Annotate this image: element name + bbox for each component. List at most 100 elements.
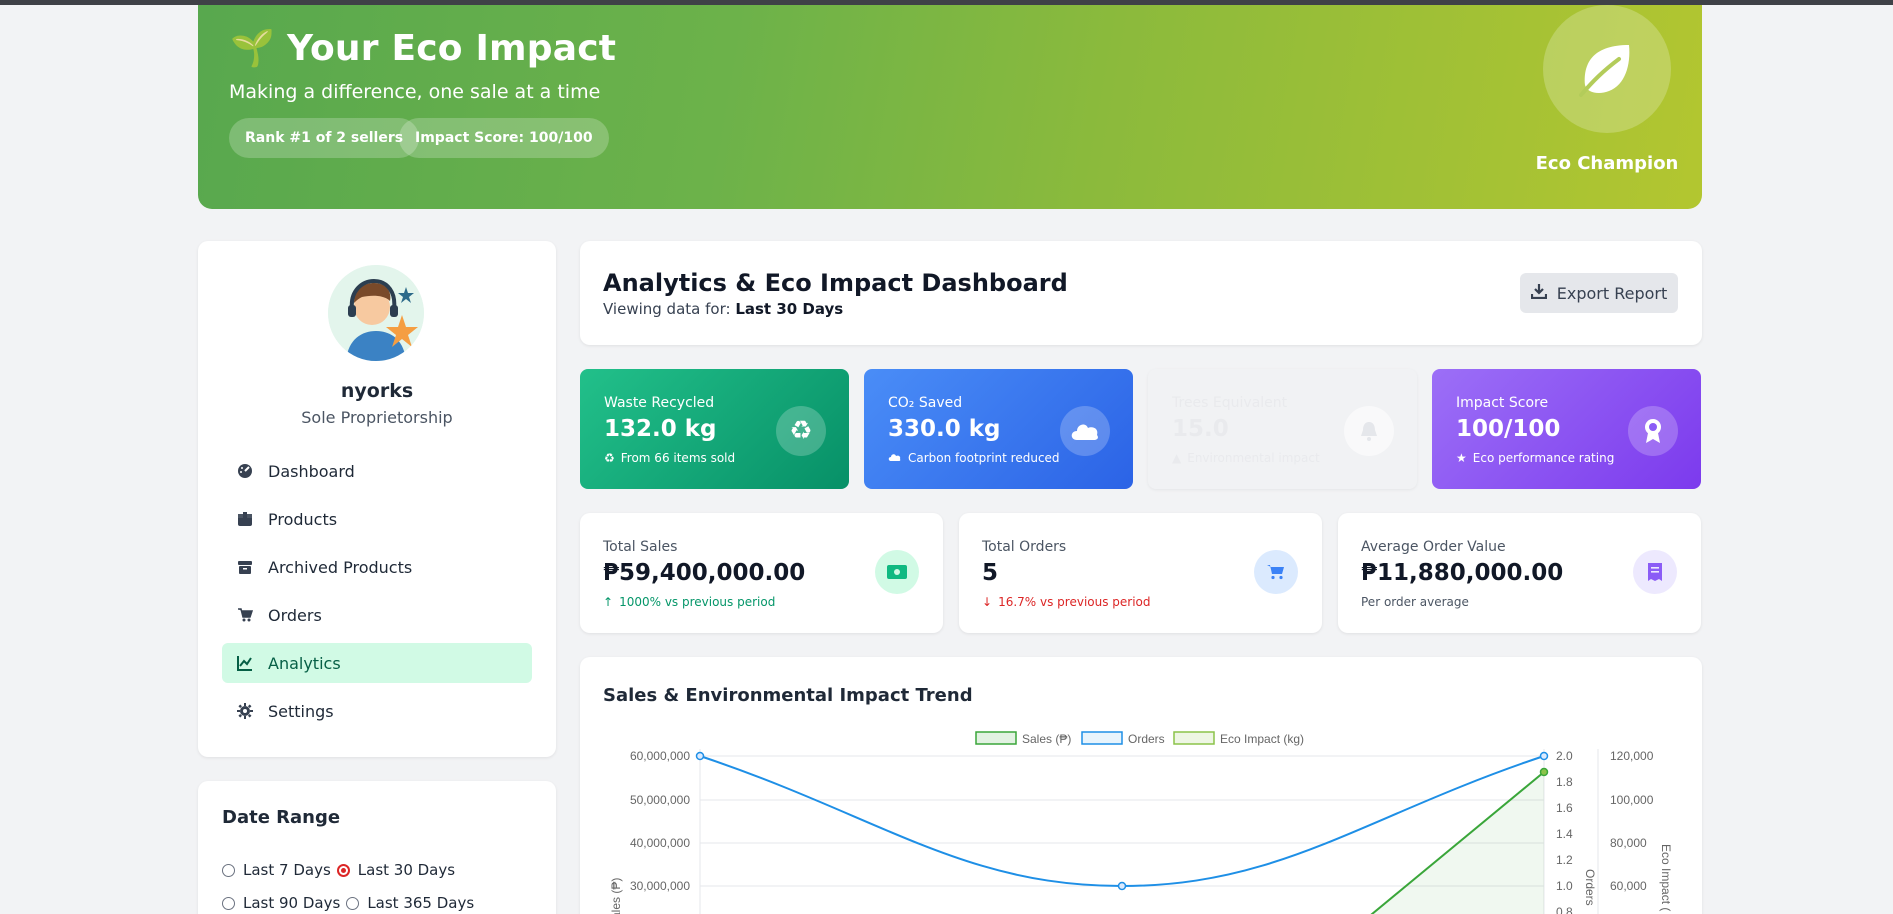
sidebar-item-analytics[interactable]: Analytics [222,643,532,683]
orders-point [1117,881,1127,891]
cloud-icon [1060,406,1110,456]
sidebar-nav: Dashboard Products Archived Products Ord… [222,451,532,739]
card-value: ₱59,400,000.00 [603,560,806,586]
export-report-label: Export Report [1556,283,1668,303]
y-right-eco-ticks: 120,000 100,000 80,000 60,000 [1610,749,1654,893]
arrow-down-icon: ↓ [982,595,993,609]
viewing-prefix: Viewing data for: [603,300,731,318]
dashboard-header: Analytics & Eco Impact Dashboard Viewing… [580,241,1702,345]
radio-label: Last 30 Days [357,861,456,879]
tick-label: 60,000 [1610,879,1647,893]
tree-small-icon: ▲ [1172,451,1182,465]
sidebar-item-label: Products [268,509,338,529]
card-value: 100/100 [1456,416,1561,442]
tick-label: 1.8 [1556,775,1573,789]
card-trend: ↓ 16.7% vs previous period [982,595,1151,609]
tick-label: 60,000,000 [630,749,690,763]
receipt-icon [1633,550,1677,594]
card-note: ★ Eco performance rating [1456,451,1614,465]
tick-label: 120,000 [1610,749,1654,763]
sidebar-item-label: Orders [268,605,322,625]
card-label: Trees Equivalent [1172,395,1288,411]
radio-last-90-days[interactable] [222,896,235,910]
rank-badge: Rank #1 of 2 sellers [229,118,420,158]
co2-saved-card: CO₂ Saved 330.0 kg Carbon footprint redu… [864,369,1133,489]
card-label: CO₂ Saved [888,395,963,411]
cart-icon [1254,550,1298,594]
hero-subtitle: Making a difference, one sale at a time [229,81,601,103]
card-note: Carbon footprint reduced [888,451,1060,465]
card-value: ₱11,880,000.00 [1361,560,1564,586]
tick-label: 1.2 [1556,853,1573,867]
viewing-period: Viewing data for: Last 30 Days [603,300,843,318]
archive-icon [236,558,254,576]
sidebar-item-archived-products[interactable]: Archived Products [222,547,532,587]
orders-point [1539,751,1549,761]
cloud-small-icon [888,451,902,465]
date-range-title: Date Range [222,807,341,828]
radio-last-7-days[interactable] [222,863,235,877]
legend-label-sales: Sales (₱) [1022,732,1071,746]
profile-name: nyorks [340,380,414,402]
impact-score-card: Impact Score 100/100 ★ Eco performance r… [1432,369,1701,489]
sidebar-item-products[interactable]: Products [222,499,532,539]
tick-label: 0.8 [1556,905,1573,914]
card-value: 330.0 kg [888,416,1001,442]
tick-label: 1.6 [1556,801,1573,815]
tick-label: 40,000,000 [630,836,690,850]
bell-icon [1344,406,1394,456]
radio-last-365-days[interactable] [346,896,360,910]
legend-label-orders: Orders [1128,732,1165,746]
leaf-icon [1543,5,1671,133]
profile-sidebar: nyorks Sole Proprietorship Dashboard Pro… [198,241,556,757]
total-orders-card: Total Orders 5 ↓ 16.7% vs previous perio… [959,513,1322,633]
y-right-eco-label: Eco Impact ( [1659,844,1673,911]
date-range-row-1: Last 7 Days Last 30 Days [222,861,455,879]
avatar [328,265,424,361]
card-trend-text: 1000% vs previous period [619,595,776,609]
card-note-text: Eco performance rating [1472,451,1615,465]
sidebar-item-orders[interactable]: Orders [222,595,532,635]
chart-legend: Sales (₱) Orders Eco Impact (kg) [975,731,1304,746]
tick-label: 2.0 [1556,749,1573,763]
orders-line [699,755,1545,888]
sidebar-item-settings[interactable]: Settings [222,691,532,731]
card-note: ▲ Environmental impact [1172,451,1320,465]
radio-last-30-days[interactable] [336,863,350,877]
card-note-text: Carbon footprint reduced [908,451,1060,465]
sidebar-item-label: Archived Products [268,557,413,577]
card-trend: ↑ 1000% vs previous period [603,595,775,609]
date-range-row-2: Last 90 Days Last 365 Days [222,894,474,912]
legend-label-eco: Eco Impact (kg) [1220,732,1304,746]
trend-chart-card: Sales & Environmental Impact Trend Sales… [580,657,1702,914]
sidebar-item-dashboard[interactable]: Dashboard [222,451,532,491]
star-icon: ★ [1456,451,1467,465]
eco-impact-hero: 🌱 Your Eco Impact Making a difference, o… [198,5,1702,209]
gear-icon [236,702,254,720]
gauge-icon [236,462,254,480]
trend-chart: Sales (₱) Orders Eco Impact (kg) 60,000,… [609,731,1673,914]
award-icon [1628,406,1678,456]
sidebar-item-label: Settings [268,701,334,721]
tick-label: 1.0 [1556,879,1573,893]
card-label: Waste Recycled [604,395,715,411]
chart-line-icon [236,654,254,672]
card-trend: Per order average [1361,595,1469,609]
card-note-text: From 66 items sold [620,451,736,465]
tick-label: 1.4 [1556,827,1573,841]
eco-impact-point [1539,767,1549,777]
tick-label: 100,000 [1610,793,1654,807]
orders-points [695,751,1549,891]
y-left-axis-label: Sales (₱) [609,878,623,914]
card-label: Average Order Value [1361,539,1506,555]
radio-label: Last 7 Days [243,861,331,879]
recycle-small-icon: ♻ [604,451,615,465]
export-report-button[interactable]: Export Report [1520,273,1678,313]
waste-recycled-card: Waste Recycled 132.0 kg ♻ From 66 items … [580,369,849,489]
legend-swatch-orders [1081,731,1123,745]
y-right-orders-ticks: 2.0 1.8 1.6 1.4 1.2 1.0 0.8 [1556,749,1573,914]
profile-business-type: Sole Proprietorship [301,408,453,427]
card-value: 15.0 [1172,416,1229,442]
sidebar-item-label: Analytics [268,653,341,673]
viewing-value: Last 30 Days [735,300,844,318]
